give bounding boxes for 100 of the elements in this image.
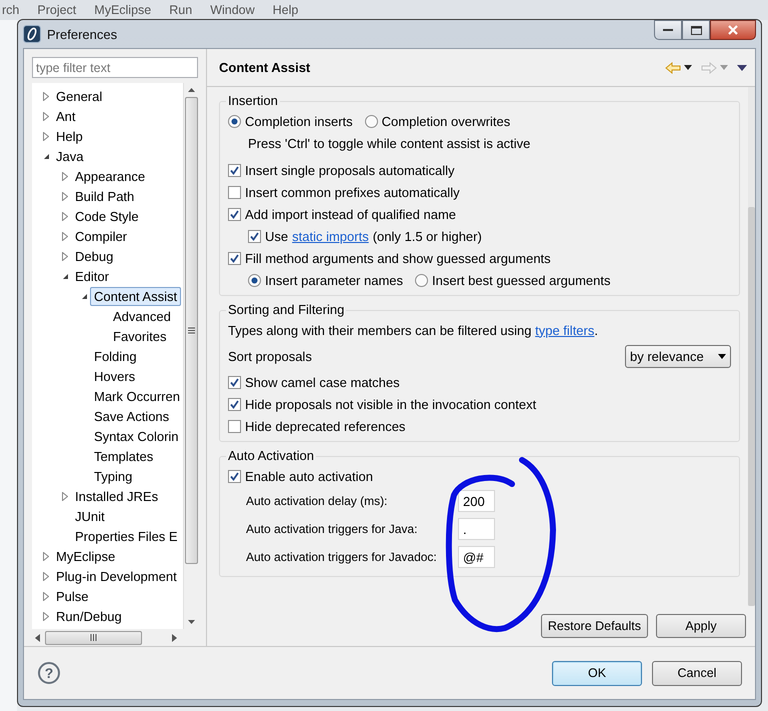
tree-item[interactable]: Help (52, 126, 87, 146)
tree-item[interactable]: Pulse (52, 586, 93, 606)
tree-item[interactable]: JUnit (71, 506, 109, 526)
checkbox[interactable]: Fill method arguments and show guessed arguments (228, 250, 551, 266)
checkbox-icon[interactable] (228, 186, 241, 198)
link[interactable]: static imports (292, 228, 369, 244)
dialog-button[interactable]: Cancel (652, 660, 742, 686)
checkbox-icon[interactable] (228, 420, 241, 432)
tree-item[interactable]: Properties Files E (71, 526, 182, 546)
checkbox[interactable]: Insert common prefixes automatically (228, 184, 460, 200)
menu-item[interactable]: MyEclipse (92, 3, 154, 17)
checkbox[interactable]: Show camel case matches (228, 374, 400, 390)
checkbox-icon[interactable] (228, 208, 241, 220)
view-menu-icon[interactable] (737, 64, 747, 70)
close-button[interactable] (710, 20, 756, 40)
checkbox-icon[interactable] (228, 376, 241, 388)
checkbox[interactable]: Hide deprecated references (228, 418, 406, 434)
radio-icon[interactable] (248, 274, 261, 286)
checkbox[interactable]: Enable auto activation (228, 468, 373, 484)
minimize-button[interactable] (654, 20, 682, 40)
collapsed-triangle-icon[interactable] (62, 492, 68, 500)
radio-icon[interactable] (364, 114, 378, 128)
tree-item[interactable]: Ant (52, 106, 80, 126)
checkbox[interactable]: Insert single proposals automatically (228, 162, 455, 178)
tree-item[interactable]: Save Actions (90, 406, 174, 426)
tree-item[interactable]: Installed JREs (71, 486, 162, 506)
collapsed-triangle-icon[interactable] (43, 92, 49, 100)
collapsed-triangle-icon[interactable] (62, 252, 68, 260)
group-title: Auto Activation (226, 448, 316, 463)
tree-item[interactable]: Typing (90, 466, 136, 486)
text-field[interactable]: 200 (458, 490, 495, 512)
tree-item[interactable]: Code Style (71, 206, 143, 226)
tree-item[interactable]: MyEclipse (52, 546, 120, 566)
filter-field[interactable]: type filter text (32, 57, 198, 78)
page-title: Content Assist (219, 60, 310, 75)
collapsed-triangle-icon[interactable] (43, 612, 49, 620)
tree-item[interactable]: Editor (71, 266, 113, 286)
checkbox-icon[interactable] (228, 470, 241, 482)
collapsed-triangle-icon[interactable] (43, 132, 49, 140)
tree-item[interactable]: General (52, 86, 106, 106)
minimize-icon (663, 28, 673, 32)
menu-item[interactable]: Help (270, 3, 300, 17)
maximize-button[interactable] (682, 20, 710, 40)
checkbox[interactable]: Add import instead of qualified name (228, 206, 456, 222)
menu-item[interactable]: Project (35, 3, 78, 17)
checkbox[interactable]: Use static imports (only 1.5 or higher) (248, 228, 482, 244)
collapsed-triangle-icon[interactable] (62, 212, 68, 220)
tree-item[interactable]: Debug (71, 246, 118, 266)
tree-item[interactable]: Hovers (90, 366, 140, 386)
menu-item[interactable]: Window (208, 3, 257, 17)
tree-item[interactable]: Compiler (71, 226, 132, 246)
tree-item[interactable]: Plug-in Development (52, 566, 181, 586)
expanded-triangle-icon[interactable] (42, 152, 50, 160)
checkbox-icon[interactable] (228, 398, 241, 410)
tree-item[interactable]: Advanced (109, 306, 175, 326)
expanded-triangle-icon[interactable] (62, 272, 68, 280)
collapsed-triangle-icon[interactable] (43, 592, 49, 600)
radio-icon[interactable] (228, 114, 241, 128)
tree-item[interactable]: Content Assist (90, 286, 182, 306)
maximize-icon (690, 26, 702, 34)
tree-item[interactable]: Build Path (71, 186, 138, 206)
page-button[interactable]: Apply (656, 614, 746, 638)
collapsed-triangle-icon[interactable] (62, 232, 68, 240)
vertical-scrollbar[interactable] (748, 87, 755, 606)
checkbox-icon[interactable] (248, 230, 261, 242)
dropdown[interactable]: by relevance (625, 344, 731, 368)
radio-button[interactable]: Completion overwrites (364, 114, 510, 128)
collapsed-triangle-icon[interactable] (43, 572, 49, 580)
checkbox-icon[interactable] (228, 164, 241, 176)
radio-icon[interactable] (415, 274, 428, 286)
link[interactable]: type filters (535, 322, 594, 338)
collapsed-triangle-icon[interactable] (43, 112, 49, 120)
collapsed-triangle-icon[interactable] (43, 552, 49, 560)
text-field[interactable]: . (458, 518, 495, 540)
tree-item[interactable]: Java (52, 146, 88, 166)
collapsed-triangle-icon[interactable] (62, 172, 68, 180)
caret-icon (718, 354, 726, 358)
checkbox-icon[interactable] (228, 252, 241, 264)
tree-item[interactable]: Mark Occurren (90, 386, 184, 406)
menu-item[interactable]: Run (167, 3, 194, 17)
caret-icon[interactable] (684, 65, 692, 70)
left-arrow-icon[interactable] (35, 634, 41, 642)
text-field[interactable]: @# (458, 546, 495, 568)
tree-item[interactable]: Templates (90, 446, 158, 466)
help-button[interactable]: ? (38, 662, 60, 684)
tree-item[interactable]: Appearance (71, 166, 150, 186)
dialog-button[interactable]: OK (552, 660, 642, 686)
tree-item[interactable]: Folding (90, 346, 141, 366)
checkbox[interactable]: Hide proposals not visible in the invocation context (228, 396, 536, 412)
radio-button[interactable]: Insert parameter names (248, 272, 404, 288)
radio-button[interactable]: Insert best guessed arguments (415, 272, 611, 288)
page-button[interactable]: Restore Defaults (540, 614, 648, 638)
radio-button[interactable]: Completion inserts (228, 114, 353, 128)
tree-item[interactable]: Favorites (109, 326, 170, 346)
expanded-triangle-icon[interactable] (80, 292, 88, 300)
right-arrow-icon[interactable] (171, 634, 177, 642)
collapsed-triangle-icon[interactable] (62, 192, 68, 200)
menu-item[interactable]: rch (0, 3, 22, 17)
tree-item[interactable]: Run/Debug (52, 606, 126, 626)
tree-item[interactable]: Syntax Colorin (90, 426, 183, 446)
